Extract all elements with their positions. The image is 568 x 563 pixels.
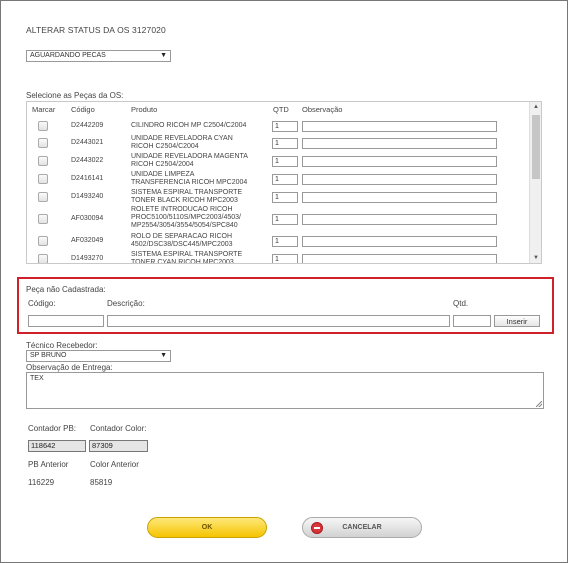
- row-observation-input[interactable]: [302, 192, 497, 203]
- scroll-up-icon[interactable]: ▲: [530, 102, 541, 112]
- header-marcar: Marcar: [32, 105, 56, 114]
- row-code: D2442209: [71, 122, 104, 129]
- table-row: D2442209 CILINDRO RICOH MP C2504/C2004 1: [27, 119, 529, 133]
- header-observacao: Observação: [302, 105, 343, 114]
- table-row: D1493240 SISTEMA ESPIRAL TRANSPORTE TONE…: [27, 188, 529, 206]
- page-title: ALTERAR STATUS DA OS 3127020: [26, 25, 166, 35]
- row-qty-input[interactable]: 1: [272, 174, 298, 185]
- row-product: CILINDRO RICOH MP C2504/C2004: [131, 122, 247, 129]
- row-product: SISTEMA ESPIRAL TRANSPORTE TONER CYAN RI…: [131, 251, 243, 264]
- row-code: D2443022: [71, 157, 104, 164]
- row-qty-input[interactable]: 1: [272, 192, 298, 203]
- row-qty-input[interactable]: 1: [272, 214, 298, 225]
- chevron-down-icon: ▼: [160, 52, 167, 59]
- row-observation-input[interactable]: [302, 138, 497, 149]
- table-row: D2416141 UNIDADE LIMPEZA TRANSFERENCIA R…: [27, 170, 529, 188]
- color-previous-label: Color Anterior: [90, 460, 139, 469]
- delivery-note-value: TEX: [30, 375, 44, 382]
- row-observation-input[interactable]: [302, 156, 497, 167]
- row-product: ROLO DE SEPARACAO RICOH 4502/DSC38/DSC44…: [131, 233, 233, 248]
- technician-select[interactable]: SP BRUNO ▼: [26, 350, 171, 362]
- scrollbar-thumb[interactable]: [532, 115, 540, 179]
- table-row: D2443021 UNIDADE REVELADORA CYAN RICOH C…: [27, 134, 529, 152]
- row-product: UNIDADE REVELADORA CYAN RICOH C2504/C200…: [131, 135, 233, 150]
- row-product: UNIDADE REVELADORA MAGENTA RICOH C2504/2…: [131, 153, 248, 168]
- row-code: D2443021: [71, 139, 104, 146]
- unregistered-code-input[interactable]: [28, 315, 104, 327]
- row-code: D2416141: [71, 175, 104, 182]
- row-qty-input[interactable]: 1: [272, 254, 298, 263]
- row-qty-input[interactable]: 1: [272, 236, 298, 247]
- table-row: AF032049 ROLO DE SEPARACAO RICOH 4502/DS…: [27, 232, 529, 250]
- unregistered-section-label: Peça não Cadastrada:: [26, 285, 106, 294]
- row-observation-input[interactable]: [302, 236, 497, 247]
- status-select[interactable]: AGUARDANDO PECAS ▼: [26, 50, 171, 62]
- row-product: ROLETE INTRODUCAO RICOH PROC5100/5110S/M…: [131, 206, 241, 229]
- ok-button[interactable]: OK: [147, 517, 267, 538]
- row-product: SISTEMA ESPIRAL TRANSPORTE TONER BLACK R…: [131, 189, 243, 204]
- unregistered-code-label: Código:: [28, 299, 56, 308]
- cancel-button[interactable]: CANCELAR: [302, 517, 422, 538]
- ok-button-label: OK: [201, 524, 213, 531]
- row-checkbox[interactable]: [38, 138, 48, 148]
- unregistered-desc-label: Descrição:: [107, 299, 145, 308]
- row-observation-input[interactable]: [302, 174, 497, 185]
- row-product: UNIDADE LIMPEZA TRANSFERENCIA RICOH MPC2…: [131, 171, 248, 186]
- row-qty-input[interactable]: 1: [272, 121, 298, 132]
- parts-scrollbar[interactable]: ▲ ▼: [529, 102, 541, 263]
- header-produto: Produto: [131, 105, 158, 114]
- resize-grip-icon[interactable]: [536, 401, 542, 407]
- scroll-down-icon[interactable]: ▼: [530, 253, 541, 263]
- row-observation-input[interactable]: [302, 121, 497, 132]
- technician-select-value: SP BRUNO: [30, 352, 67, 359]
- row-checkbox[interactable]: [38, 192, 48, 202]
- status-select-value: AGUARDANDO PECAS: [30, 52, 106, 59]
- header-qtd: QTD: [273, 105, 289, 114]
- table-row: D1493270 SISTEMA ESPIRAL TRANSPORTE TONE…: [27, 250, 529, 264]
- counter-pb-label: Contador PB:: [28, 424, 77, 433]
- row-checkbox[interactable]: [38, 156, 48, 166]
- chevron-down-icon: ▼: [160, 352, 167, 359]
- row-code: D1493240: [71, 193, 104, 200]
- color-previous-value: 85819: [90, 478, 113, 487]
- row-checkbox[interactable]: [38, 174, 48, 184]
- parts-table: Marcar Código Produto QTD Observação D24…: [26, 101, 542, 264]
- unregistered-desc-input[interactable]: [107, 315, 450, 327]
- pb-previous-value: 116229: [28, 478, 55, 487]
- row-checkbox[interactable]: [38, 214, 48, 224]
- row-code: D1493270: [71, 255, 104, 262]
- parts-table-header: Marcar Código Produto QTD Observação: [27, 102, 529, 116]
- counter-color-label: Contador Color:: [90, 424, 147, 433]
- delivery-note-textarea[interactable]: TEX: [26, 372, 544, 409]
- table-row: AF030094 ROLETE INTRODUCAO RICOH PROC510…: [27, 206, 529, 232]
- table-row: D2443022 UNIDADE REVELADORA MAGENTA RICO…: [27, 152, 529, 170]
- parts-label: Selecione as Peças da OS:: [26, 91, 124, 100]
- pb-previous-label: PB Anterior: [28, 460, 69, 469]
- technician-label: Técnico Recebedor:: [26, 341, 98, 350]
- row-checkbox[interactable]: [38, 254, 48, 263]
- cancel-button-label: CANCELAR: [342, 524, 382, 531]
- header-codigo: Código: [71, 105, 95, 114]
- row-code: AF032049: [71, 237, 104, 244]
- row-checkbox[interactable]: [38, 236, 48, 246]
- row-checkbox[interactable]: [38, 121, 48, 131]
- insert-button[interactable]: Inserir: [494, 315, 540, 327]
- row-observation-input[interactable]: [302, 254, 497, 263]
- unregistered-qty-label: Qtd.: [453, 299, 469, 308]
- counter-pb-field: 118642: [28, 440, 86, 452]
- counter-color-field: 87309: [89, 440, 148, 452]
- row-observation-input[interactable]: [302, 214, 497, 225]
- row-qty-input[interactable]: 1: [272, 156, 298, 167]
- row-qty-input[interactable]: 1: [272, 138, 298, 149]
- delivery-note-label: Observação de Entrega:: [26, 363, 113, 372]
- unregistered-qty-input[interactable]: [453, 315, 491, 327]
- row-code: AF030094: [71, 215, 104, 222]
- cancel-icon: [311, 522, 323, 534]
